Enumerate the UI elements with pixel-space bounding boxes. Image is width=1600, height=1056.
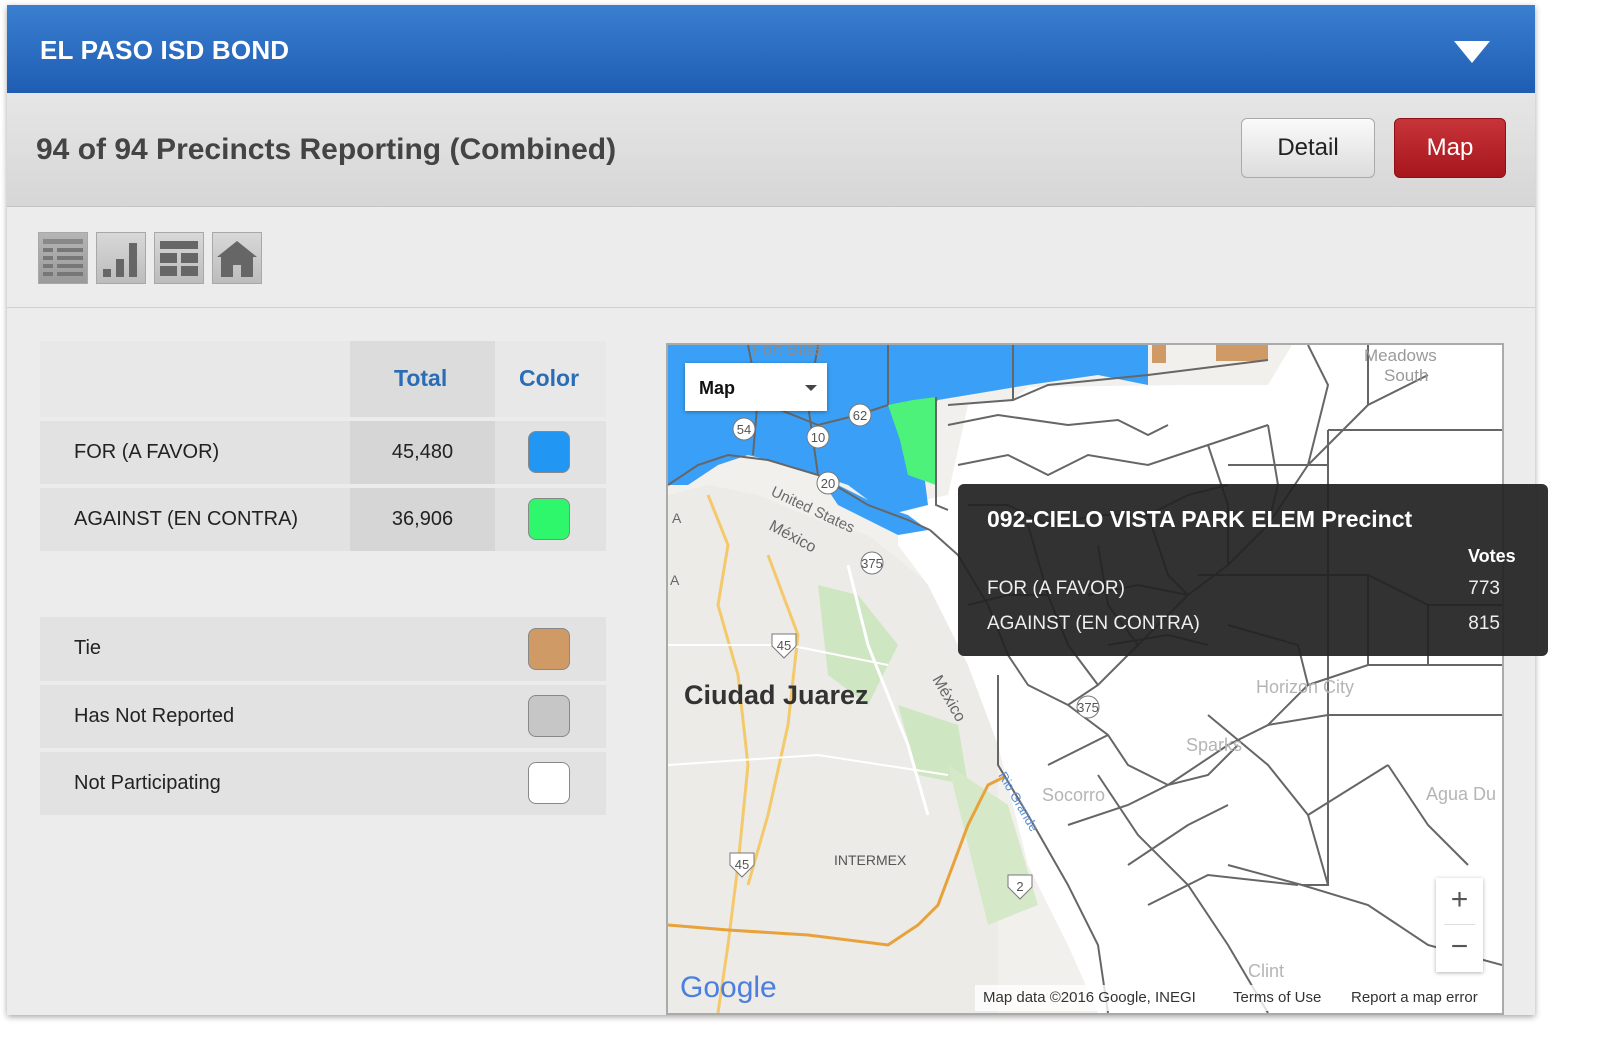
shield-2: 2 [1016, 879, 1023, 894]
shield-45-a: 45 [777, 638, 791, 653]
grid-view-icon[interactable] [154, 232, 204, 284]
legend-header-row: Total Color [40, 341, 606, 417]
tooltip-row-value: 773 [1468, 578, 1500, 599]
legend-row-for: FOR (A FAVOR) 45,480 [40, 421, 606, 484]
legend-row-against: AGAINST (EN CONTRA) 36,906 [40, 488, 606, 551]
zoom-out-button[interactable]: − [1436, 925, 1483, 971]
shield-375-b: 375 [1077, 700, 1099, 715]
choice-label: FOR (A FAVOR) [74, 441, 220, 463]
precinct-tooltip: 092-CIELO VISTA PARK ELEM Precinct Votes… [958, 484, 1548, 656]
zoom-in-button[interactable]: + [1436, 878, 1483, 924]
color-swatch-tie [528, 628, 570, 670]
label-intermex: INTERMEX [834, 852, 907, 868]
label-sparks: Sparks [1186, 735, 1242, 755]
list-view-icon[interactable] [38, 232, 88, 284]
dropdown-caret-icon [805, 385, 817, 391]
map-button[interactable]: Map [1394, 118, 1506, 178]
label-edge-a2: A [670, 572, 680, 588]
race-title: EL PASO ISD BOND [40, 35, 290, 65]
bar-chart-icon[interactable] [96, 232, 146, 284]
label-ciudad-juarez: Ciudad Juarez [684, 680, 869, 710]
label-meadows-south: South [1384, 366, 1428, 385]
detail-button[interactable]: Detail [1241, 118, 1375, 178]
precinct-map[interactable]: 62 54 10 20 375 45 45 2 375 Fort Bliss M… [666, 343, 1504, 1015]
choice-label: AGAINST (EN CONTRA) [74, 508, 299, 530]
shield-45-b: 45 [735, 857, 749, 872]
key-label: Tie [74, 637, 102, 659]
color-column-header: Color [519, 365, 580, 391]
tooltip-row-value: 815 [1468, 613, 1500, 634]
total-column-header: Total [394, 365, 448, 391]
key-label: Has Not Reported [74, 705, 235, 727]
tooltip-title: 092-CIELO VISTA PARK ELEM Precinct [987, 506, 1413, 532]
zoom-control: + − [1436, 878, 1483, 972]
key-label: Not Participating [74, 772, 221, 794]
map-type-value: Map [699, 378, 735, 398]
label-clint: Clint [1248, 961, 1284, 981]
status-bar: 94 of 94 Precincts Reporting (Combined) … [7, 93, 1535, 207]
map-data-credit: Map data ©2016 Google, INEGI [983, 989, 1196, 1006]
tooltip-row-label: AGAINST (EN CONTRA) [987, 613, 1200, 634]
map-type-select[interactable]: Map [685, 363, 827, 411]
label-fort-bliss: Fort Bliss [752, 345, 823, 359]
choice-total: 45,480 [391, 441, 454, 463]
google-logo: Google [680, 971, 777, 1004]
legend-row-tie: Tie [40, 617, 606, 681]
map-canvas[interactable]: 62 54 10 20 375 45 45 2 375 Fort Bliss M… [668, 345, 1502, 1013]
choice-total: 36,906 [391, 508, 454, 530]
map-attribution: Map data ©2016 Google, INEGI Terms of Us… [975, 985, 1502, 1011]
terms-of-use-link[interactable]: Terms of Use [1233, 989, 1321, 1006]
label-socorro: Socorro [1042, 785, 1105, 805]
tooltip-votes-header: Votes [1468, 546, 1516, 566]
label-horizon-city: Horizon City [1256, 677, 1354, 697]
legend-row-not-reported: Has Not Reported [40, 685, 606, 748]
shield-54: 54 [737, 422, 751, 437]
label-meadows: Meadows [1364, 346, 1437, 365]
color-swatch-for [528, 431, 570, 473]
shield-62: 62 [853, 408, 867, 423]
shield-10: 10 [811, 430, 825, 445]
precincts-reporting-status: 94 of 94 Precincts Reporting (Combined) [36, 133, 617, 166]
label-edge-a: A [672, 510, 682, 526]
panel-header: EL PASO ISD BOND [7, 5, 1535, 93]
color-swatch-against [528, 498, 570, 540]
shield-375-a: 375 [861, 556, 883, 571]
tooltip-row-label: FOR (A FAVOR) [987, 578, 1125, 599]
collapse-caret-icon[interactable] [1454, 41, 1490, 63]
report-map-error-link[interactable]: Report a map error [1351, 989, 1478, 1006]
shield-20: 20 [821, 476, 835, 491]
view-toolbar [7, 207, 1535, 308]
home-icon[interactable] [212, 232, 262, 284]
color-swatch-not-reported [528, 695, 570, 737]
label-agua-dulce: Agua Du [1426, 784, 1496, 804]
legend-row-not-participating: Not Participating [40, 752, 606, 815]
color-swatch-not-participating [528, 762, 570, 804]
